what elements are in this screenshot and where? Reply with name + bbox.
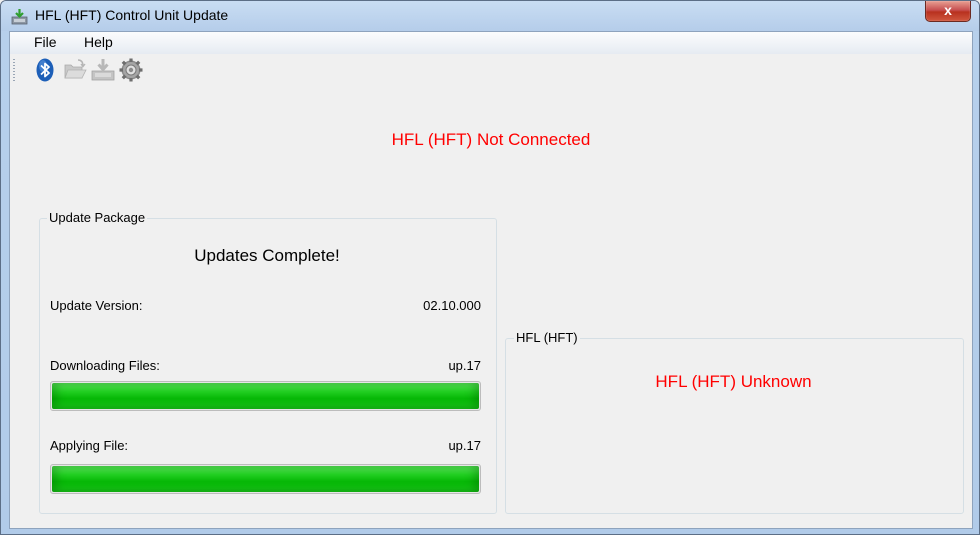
updates-complete-text: Updates Complete!	[194, 246, 340, 265]
downloading-progress-bar	[50, 381, 481, 411]
toolbar-grip[interactable]	[13, 59, 15, 81]
title-bar[interactable]: HFL (HFT) Control Unit Update x	[1, 1, 979, 31]
update-package-content: Updates Complete! Update Version: 02.10.…	[39, 218, 495, 512]
menu-help[interactable]: Help	[82, 34, 115, 50]
downloading-files-label: Downloading Files:	[50, 358, 160, 373]
applying-progress-bar	[50, 464, 481, 494]
update-version-value: 02.10.000	[423, 298, 481, 313]
menu-bar: File Help	[10, 32, 972, 54]
app-icon	[11, 9, 28, 25]
window-title: HFL (HFT) Control Unit Update	[35, 7, 229, 23]
app-window: HFL (HFT) Control Unit Update x File Hel…	[0, 0, 980, 535]
client-area: File Help HFL (HFT) Not Connected Update…	[9, 31, 973, 529]
update-version-label: Update Version:	[50, 298, 143, 313]
close-button[interactable]: x	[925, 1, 971, 22]
hfl-content: HFL (HFT) Unknown	[505, 338, 962, 512]
settings-gear-icon[interactable]	[118, 57, 144, 83]
downloading-files-value: up.17	[448, 358, 481, 373]
bluetooth-icon[interactable]	[32, 57, 58, 83]
toolbar	[10, 55, 972, 85]
downloading-progress-fill	[52, 383, 479, 409]
connection-status: HFL (HFT) Not Connected	[391, 130, 591, 149]
hfl-status-text: HFL (HFT) Unknown	[655, 372, 812, 391]
applying-file-value: up.17	[448, 438, 481, 453]
open-folder-icon[interactable]	[62, 57, 88, 83]
install-package-icon[interactable]	[90, 57, 116, 83]
menu-file[interactable]: File	[32, 34, 59, 50]
applying-file-label: Applying File:	[50, 438, 129, 453]
applying-progress-fill	[52, 466, 479, 492]
